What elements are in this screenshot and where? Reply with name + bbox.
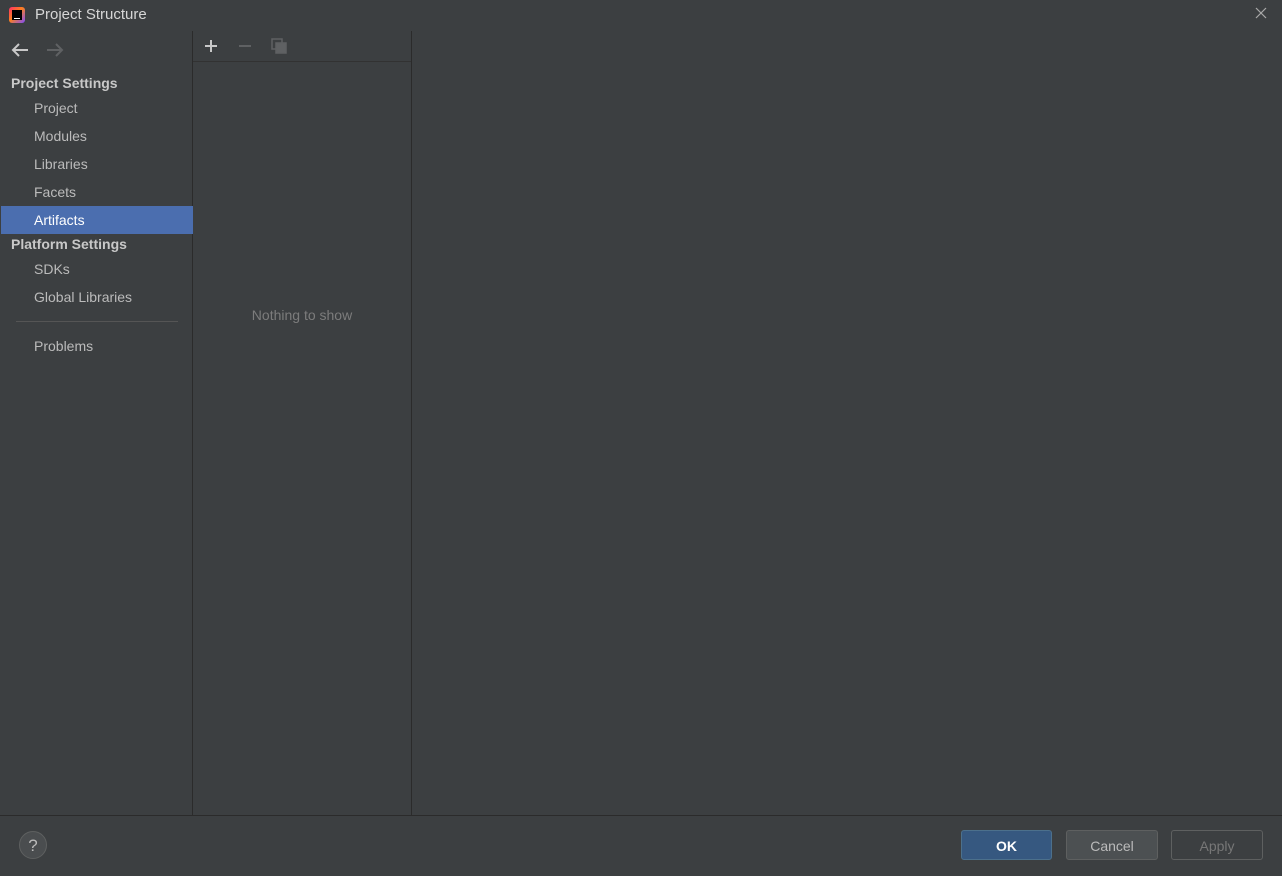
empty-list-text: Nothing to show (251, 307, 353, 323)
minus-icon[interactable] (236, 37, 254, 55)
detail-panel (412, 31, 1282, 815)
sidebar-item-label: Global Libraries (34, 289, 133, 305)
sidebar-item-label: Project (34, 100, 78, 116)
sidebar-item-facets[interactable]: Facets (1, 178, 193, 206)
sidebar-item-modules[interactable]: Modules (1, 122, 193, 150)
apply-button[interactable]: Apply (1171, 830, 1263, 860)
copy-icon[interactable] (270, 37, 288, 55)
sidebar-item-label: SDKs (34, 261, 70, 277)
sidebar-item-global-libraries[interactable]: Global Libraries (1, 283, 193, 311)
sidebar-item-problems[interactable]: Problems (1, 332, 193, 360)
sidebar-item-label: Libraries (34, 156, 88, 172)
sidebar-item-project[interactable]: Project (1, 94, 193, 122)
sidebar-item-artifacts[interactable]: Artifacts (1, 206, 193, 234)
project-settings-header: Project Settings (11, 75, 118, 91)
sidebar-item-label: Problems (34, 338, 94, 354)
sidebar: Project Settings Project Modules Librari… (0, 31, 193, 815)
help-button[interactable]: ? (19, 831, 47, 859)
list-toolbar (193, 31, 411, 62)
sidebar-item-libraries[interactable]: Libraries (1, 150, 193, 178)
sidebar-divider (16, 321, 178, 322)
dialog-footer: ? OK Cancel Apply (0, 815, 1282, 876)
back-arrow-icon[interactable] (10, 41, 30, 59)
forward-arrow-icon[interactable] (45, 41, 65, 59)
platform-settings-header: Platform Settings (11, 236, 127, 252)
title-bar: Project Structure (0, 0, 1282, 31)
plus-icon[interactable] (202, 37, 220, 55)
sidebar-item-label: Modules (34, 128, 87, 144)
ok-button[interactable]: OK (961, 830, 1052, 860)
sidebar-item-sdks[interactable]: SDKs (1, 255, 193, 283)
sidebar-item-label: Facets (34, 184, 77, 200)
cancel-button[interactable]: Cancel (1066, 830, 1158, 860)
sidebar-item-label: Artifacts (34, 212, 85, 228)
window-title: Project Structure (35, 6, 147, 23)
close-icon[interactable] (1254, 6, 1268, 20)
intellij-logo-icon (9, 7, 25, 23)
artifacts-list-panel: Nothing to show (193, 31, 412, 815)
